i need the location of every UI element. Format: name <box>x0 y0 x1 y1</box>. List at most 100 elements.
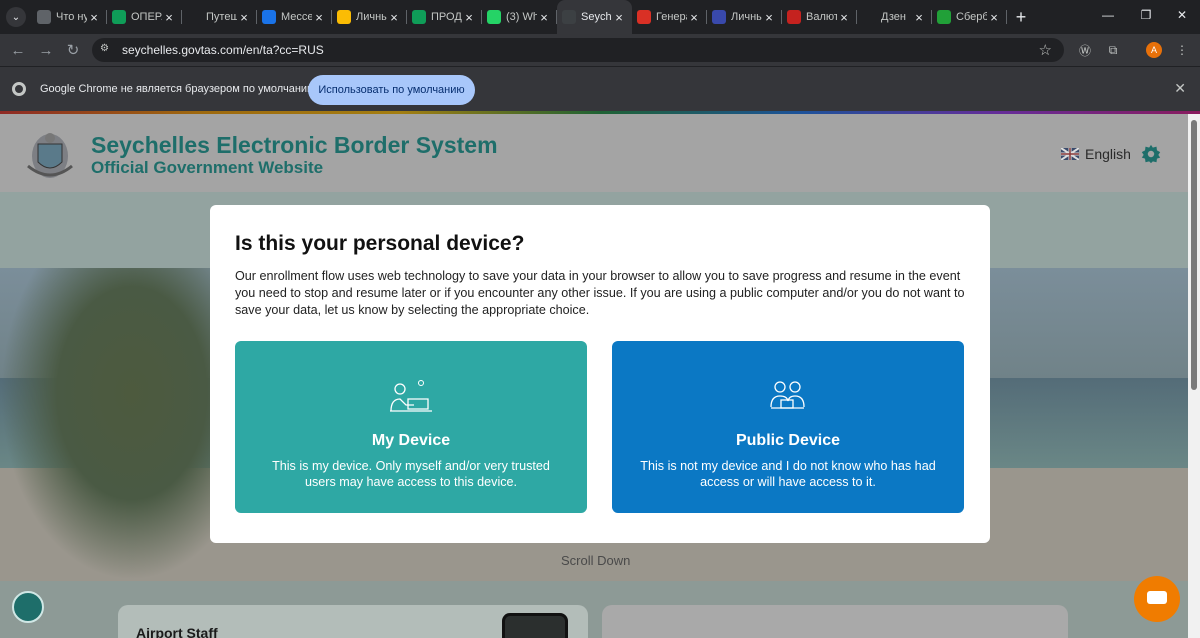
browser-tab[interactable]: Дзен × <box>857 0 932 34</box>
profile-avatar[interactable]: A <box>1146 42 1162 58</box>
my-device-title: My Device <box>371 432 451 449</box>
zen-icon <box>862 10 876 24</box>
tab-close-icon[interactable]: × <box>312 10 326 25</box>
menu-kebab-icon[interactable]: ⋮ <box>1174 42 1190 58</box>
scrollbar-thumb[interactable] <box>1191 120 1197 390</box>
browser-tab[interactable]: Seychelles× <box>557 0 632 34</box>
tab-label: Сбербанк <box>956 11 987 23</box>
browser-tab[interactable]: Что нужно× <box>32 0 107 34</box>
tab-label: Генератор <box>656 11 687 23</box>
tab-close-icon[interactable]: × <box>987 10 1001 25</box>
site-header: Seychelles Electronic Border System Offi… <box>0 114 1188 192</box>
public-device-title: Public Device <box>735 432 841 449</box>
browser-tab[interactable]: Генератор× <box>632 0 707 34</box>
forward-arrow-icon[interactable]: → <box>36 40 56 60</box>
browser-tab[interactable]: ПРОДАЖИ× <box>407 0 482 34</box>
browser-toolbar: ← → ↻ ⚙ seychelles.govtas.com/en/ta?cc=R… <box>0 34 1200 66</box>
browser-tab[interactable]: Личный× <box>707 0 782 34</box>
tab-close-icon[interactable]: × <box>162 10 176 25</box>
browser-tab[interactable]: ОПЕРАЦИИ× <box>107 0 182 34</box>
my-device-description: This is my device. Only myself and/or ve… <box>272 459 550 489</box>
my-device-button[interactable]: My Device This is my device. Only myself… <box>235 341 587 513</box>
sber-icon <box>937 10 951 24</box>
it-icon <box>787 10 801 24</box>
tab-close-icon[interactable]: × <box>687 10 701 25</box>
tab-label: Личный <box>731 11 762 23</box>
tab-label: ПРОДАЖИ <box>431 11 462 23</box>
scroll-down-hint[interactable]: Scroll Down <box>561 553 630 568</box>
public-users-icon <box>770 381 805 409</box>
coat-of-arms-logo <box>27 133 73 178</box>
tab-close-icon[interactable]: × <box>762 10 776 25</box>
modal-title: Is this your personal device? <box>235 232 525 255</box>
tab-label: Валюта <box>806 11 837 23</box>
language-label: English <box>1085 146 1131 162</box>
sheets-icon <box>112 10 126 24</box>
bookmark-star-icon[interactable]: ☆ <box>1039 41 1052 59</box>
tab-close-icon[interactable]: × <box>912 10 926 25</box>
check-application-card[interactable] <box>602 605 1068 638</box>
tab-search-button[interactable]: ⌄ <box>0 0 32 34</box>
airport-staff-title: Airport Staff <box>136 625 218 638</box>
gear-icon[interactable] <box>1140 143 1162 165</box>
site-subtitle: Official Government Website <box>91 158 324 177</box>
tab-close-icon[interactable]: × <box>237 10 251 25</box>
browser-tab[interactable]: Путешествия× <box>182 0 257 34</box>
tab-close-icon[interactable]: × <box>612 10 626 25</box>
infobar-close-icon[interactable]: ✕ <box>1174 80 1186 97</box>
set-default-button[interactable]: Использовать по умолчанию <box>308 75 475 105</box>
language-selector[interactable]: English <box>1061 146 1131 162</box>
back-arrow-icon[interactable]: ← <box>8 40 28 60</box>
tab-close-icon[interactable]: × <box>87 10 101 25</box>
chat-icon <box>262 10 276 24</box>
seychelles-icon <box>562 10 576 24</box>
drive-icon <box>337 10 351 24</box>
m-icon <box>187 10 201 24</box>
tab-label: Seychelles <box>581 11 612 23</box>
tab-label: Дзен <box>881 11 906 23</box>
star-icon <box>712 10 726 24</box>
tab-label: ОПЕРАЦИИ <box>131 11 162 23</box>
tab-close-icon[interactable]: × <box>537 10 551 25</box>
tab-list: Что нужно×ОПЕРАЦИИ×Путешествия×Мессендже… <box>32 0 1007 34</box>
chrome-icon <box>37 10 51 24</box>
accessibility-icon[interactable] <box>12 591 44 623</box>
browser-tab[interactable]: Валюта× <box>782 0 857 34</box>
person-laptop-icon <box>390 380 432 412</box>
site-title: Seychelles Electronic Border System <box>91 132 498 158</box>
address-bar[interactable]: ⚙ seychelles.govtas.com/en/ta?cc=RUS ☆ <box>92 38 1064 62</box>
chat-bubble-icon[interactable] <box>1134 576 1180 622</box>
browser-tab[interactable]: Сбербанк× <box>932 0 1007 34</box>
uk-flag-icon <box>1061 148 1079 160</box>
public-device-button[interactable]: Public Device This is not my device and … <box>612 341 964 513</box>
tab-label: Мессенджер <box>281 11 312 23</box>
extension-w-icon[interactable]: Ⓦ <box>1077 42 1093 58</box>
tab-label: Личный <box>356 11 387 23</box>
tab-close-icon[interactable]: × <box>837 10 851 25</box>
site-settings-icon[interactable]: ⚙ <box>100 43 114 57</box>
browser-tab[interactable]: Личный× <box>332 0 407 34</box>
tab-label: Путешествия <box>206 11 237 23</box>
tab-label: (3) WhatsApp <box>506 11 537 23</box>
whatsapp-icon <box>487 10 501 24</box>
reload-icon[interactable]: ↻ <box>63 40 83 60</box>
public-device-description: This is not my device and I do not know … <box>640 459 936 489</box>
minimize-button[interactable]: — <box>1088 0 1128 30</box>
tab-strip: ⌄ Что нужно×ОПЕРАЦИИ×Путешествия×Мессенд… <box>0 0 1200 34</box>
web-page: Seychelles Electronic Border System Offi… <box>0 114 1188 638</box>
tab-close-icon[interactable]: × <box>387 10 401 25</box>
tab-close-icon[interactable]: × <box>462 10 476 25</box>
page-scrollbar[interactable] <box>1188 114 1200 638</box>
extensions-puzzle-icon[interactable]: ⧉ <box>1105 42 1121 58</box>
restore-button[interactable]: ❐ <box>1126 0 1166 30</box>
browser-tab[interactable]: Мессенджер× <box>257 0 332 34</box>
chrome-icon <box>12 82 26 96</box>
address-url[interactable]: seychelles.govtas.com/en/ta?cc=RUS <box>122 43 324 57</box>
window-close-button[interactable]: ✕ <box>1162 0 1200 30</box>
palm-tree <box>0 268 220 581</box>
personal-device-modal: Is this your personal device? Our enroll… <box>210 205 990 543</box>
new-tab-button[interactable]: + <box>1007 7 1035 28</box>
modal-description: Our enrollment flow uses web technology … <box>235 269 965 317</box>
chevron-down-icon: ⌄ <box>6 7 26 27</box>
browser-tab[interactable]: (3) WhatsApp× <box>482 0 557 34</box>
